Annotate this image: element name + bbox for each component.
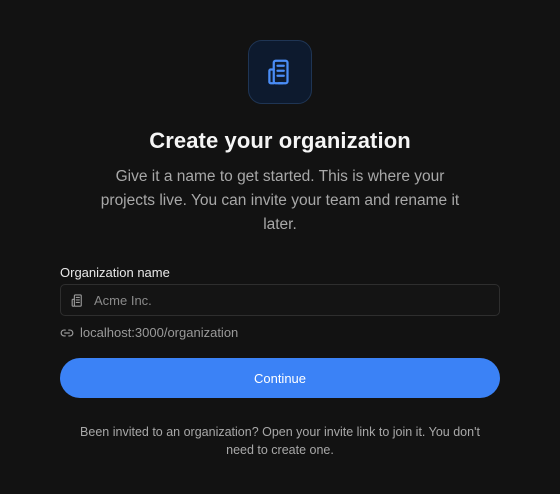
url-preview: localhost:3000/organization	[60, 325, 238, 340]
page-title: Create your organization	[149, 128, 411, 153]
link-icon	[60, 329, 74, 336]
building-icon	[268, 59, 289, 85]
building-icon	[61, 285, 93, 315]
organization-name-label: Organization name	[60, 265, 170, 280]
continue-button[interactable]: Continue	[60, 358, 500, 398]
page-subtitle: Give it a name to get started. This is w…	[100, 168, 460, 233]
logo-tile	[248, 40, 312, 104]
invite-note: Been invited to an organization? Open yo…	[80, 425, 480, 457]
url-preview-text: localhost:3000/organization	[80, 325, 239, 340]
organization-name-input[interactable]	[93, 285, 499, 315]
organization-name-field[interactable]	[60, 284, 500, 316]
create-organization-page: Create your organization Give it a name …	[0, 0, 560, 494]
